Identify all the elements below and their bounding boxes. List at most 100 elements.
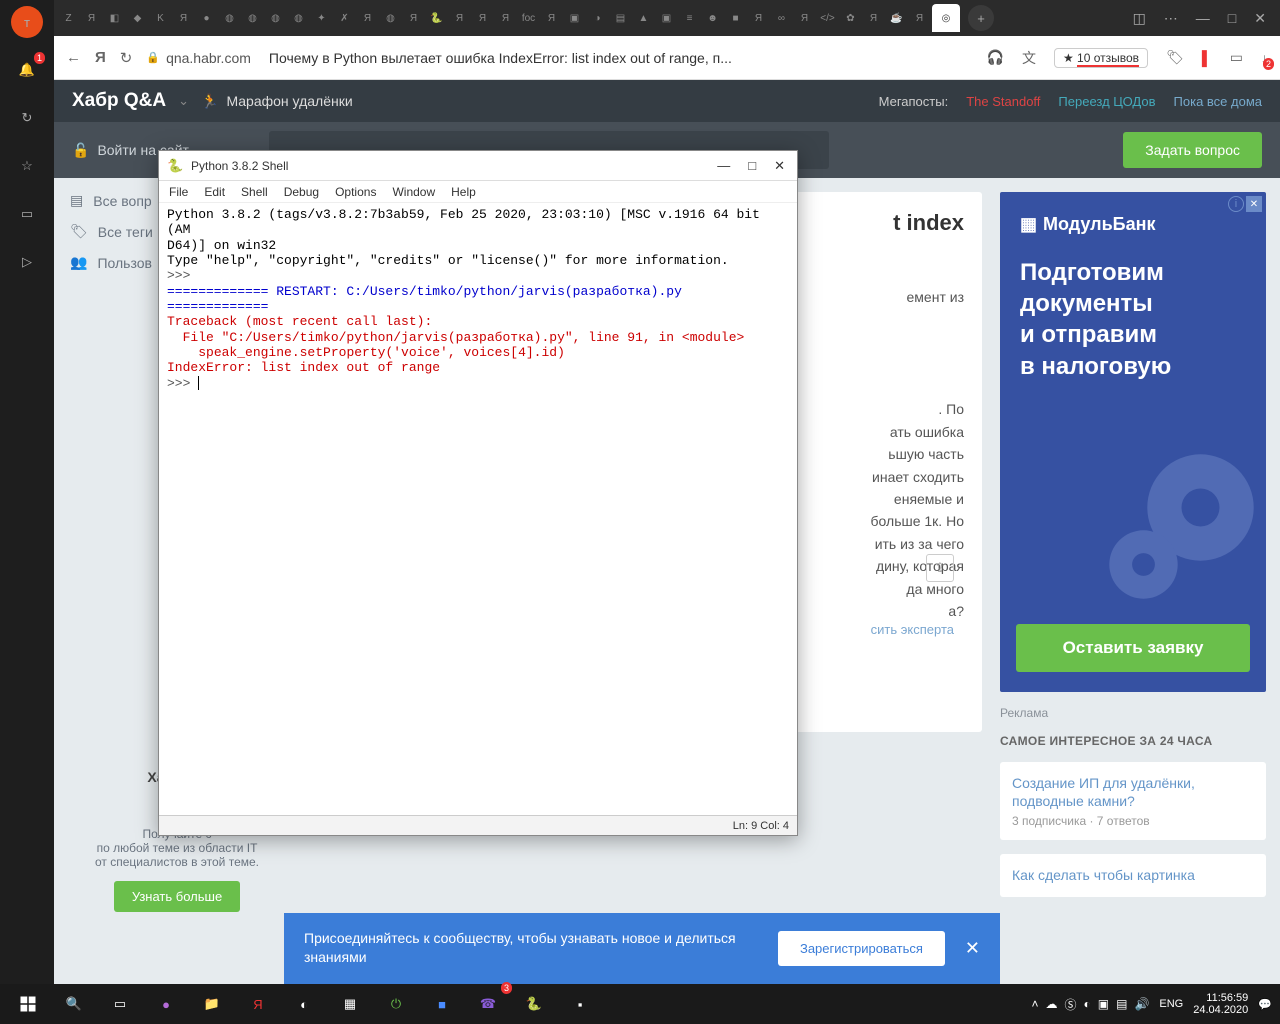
- megapost-link[interactable]: Пока все дома: [1174, 94, 1262, 109]
- browser-tab[interactable]: </>: [817, 4, 838, 32]
- translate-icon[interactable]: 文: [1022, 48, 1036, 68]
- browser-tab[interactable]: Я: [403, 4, 424, 32]
- new-tab-button[interactable]: +: [968, 5, 994, 31]
- avatar-icon[interactable]: т: [11, 6, 43, 38]
- browser-tab[interactable]: ∞: [771, 4, 792, 32]
- cmd-icon[interactable]: ▪: [558, 984, 602, 1024]
- browser-tab[interactable]: ▣: [564, 4, 585, 32]
- browser-tab[interactable]: Я: [495, 4, 516, 32]
- bell-icon[interactable]: 🔔1: [11, 54, 43, 86]
- bookmark-icon[interactable]: ☆: [11, 150, 43, 182]
- idle-menu-shell[interactable]: Shell: [241, 185, 268, 199]
- app-icon[interactable]: ⏻: [374, 984, 418, 1024]
- yandex-browser-icon[interactable]: Я: [236, 984, 280, 1024]
- interest-item[interactable]: Как сделать чтобы картинка: [1000, 854, 1266, 896]
- megapost-link[interactable]: Переезд ЦОДов: [1058, 94, 1155, 109]
- idle-menu-options[interactable]: Options: [335, 185, 376, 199]
- browser-tab[interactable]: ◆: [127, 4, 148, 32]
- browser-tab[interactable]: Я: [541, 4, 562, 32]
- close-icon[interactable]: ✕: [1254, 10, 1266, 27]
- idle-titlebar[interactable]: 🐍 Python 3.8.2 Shell — □ ✕: [159, 151, 797, 181]
- signup-button[interactable]: Зарегистрироваться: [778, 931, 945, 966]
- browser-tab[interactable]: foc: [518, 4, 539, 32]
- browser-tab[interactable]: Я: [472, 4, 493, 32]
- idle-max-icon[interactable]: □: [748, 158, 756, 174]
- bookmark-page-icon[interactable]: 🏷: [1166, 49, 1184, 66]
- idle-min-icon[interactable]: —: [717, 158, 730, 174]
- browser-tab[interactable]: Z: [58, 4, 79, 32]
- browser-tab[interactable]: Я: [748, 4, 769, 32]
- reload-button[interactable]: ↻: [120, 49, 133, 67]
- ext-icon[interactable]: ▌: [1202, 50, 1212, 66]
- browser-tab[interactable]: Я: [449, 4, 470, 32]
- store-icon[interactable]: ▦: [328, 984, 372, 1024]
- tray-notifications-icon[interactable]: 💬: [1258, 998, 1272, 1011]
- browser-tab[interactable]: ◍: [219, 4, 240, 32]
- browser-tab[interactable]: K: [150, 4, 171, 32]
- search-icon[interactable]: 🔍: [52, 984, 96, 1024]
- join-close-icon[interactable]: ✕: [965, 938, 980, 959]
- browser-tab[interactable]: Я: [863, 4, 884, 32]
- explorer-icon[interactable]: 📁: [190, 984, 234, 1024]
- browser-tab[interactable]: ◑: [587, 4, 608, 32]
- play-icon[interactable]: ▷: [11, 246, 43, 278]
- back-button[interactable]: ←: [66, 49, 81, 66]
- browser-tab[interactable]: ≡: [679, 4, 700, 32]
- taskview-icon[interactable]: ▭: [98, 984, 142, 1024]
- url-box[interactable]: 🔒 qna.habr.com: [146, 50, 251, 66]
- browser-tab[interactable]: ◍: [380, 4, 401, 32]
- browser-tab[interactable]: ◍: [288, 4, 309, 32]
- downloads-icon[interactable]: ↓2: [1261, 50, 1268, 66]
- tray-lang[interactable]: ENG: [1159, 998, 1183, 1010]
- split-icon[interactable]: ◫: [1133, 10, 1146, 27]
- tray-cloud-icon[interactable]: ☁: [1045, 997, 1057, 1011]
- zoom-icon[interactable]: ■: [420, 984, 464, 1024]
- tray-skype-icon[interactable]: Ⓢ: [1064, 996, 1076, 1013]
- browser-tab[interactable]: ✦: [311, 4, 332, 32]
- idle-menu-help[interactable]: Help: [451, 185, 476, 199]
- browser-tab[interactable]: ◍: [265, 4, 286, 32]
- tray-chevron-icon[interactable]: ˄: [1031, 997, 1038, 1011]
- tray-icon[interactable]: ▣: [1098, 997, 1109, 1011]
- idle-taskbar-icon[interactable]: 🐍: [512, 984, 556, 1024]
- ad-info-icon[interactable]: i: [1228, 196, 1244, 212]
- tray-clock[interactable]: 11:56:59 24.04.2020: [1193, 992, 1248, 1016]
- max-icon[interactable]: □: [1228, 10, 1236, 27]
- browser-tab[interactable]: Я: [909, 4, 930, 32]
- idle-menu-file[interactable]: File: [169, 185, 188, 199]
- browser-tab[interactable]: 🐍: [426, 4, 447, 32]
- browser-tab[interactable]: ◍: [242, 4, 263, 32]
- browser-tab-active[interactable]: ◎: [932, 4, 960, 32]
- min-icon[interactable]: —: [1196, 10, 1210, 27]
- tray-ydisk-icon[interactable]: ◐: [1084, 997, 1091, 1011]
- share-icon[interactable]: ⇪: [926, 554, 954, 582]
- idle-console[interactable]: Python 3.8.2 (tags/v3.8.2:7b3ab59, Feb 2…: [159, 203, 797, 815]
- interest-item[interactable]: Создание ИП для удалёнки, подводные камн…: [1000, 762, 1266, 840]
- browser-tab[interactable]: ▤: [610, 4, 631, 32]
- browser-tab[interactable]: Я: [794, 4, 815, 32]
- reviews-badge[interactable]: ★ 10 отзывов: [1054, 48, 1148, 68]
- browser-tab[interactable]: ◧: [104, 4, 125, 32]
- yandex-icon[interactable]: Я: [95, 49, 106, 66]
- promo-more-button[interactable]: Узнать больше: [114, 881, 240, 912]
- alisa-icon[interactable]: ●: [144, 984, 188, 1024]
- invite-expert-link[interactable]: сить эксперта: [871, 622, 954, 637]
- browser-tab[interactable]: ▣: [656, 4, 677, 32]
- tray-speaker-icon[interactable]: 🔊: [1134, 997, 1149, 1011]
- browser-tab[interactable]: ✗: [334, 4, 355, 32]
- tray-icon[interactable]: ▤: [1116, 997, 1127, 1011]
- collections-icon[interactable]: ▭: [11, 198, 43, 230]
- viber-icon[interactable]: ☎3: [466, 984, 510, 1024]
- ad-banner[interactable]: i ✕ ▦МодульБанк Подготовим документы и о…: [1000, 192, 1266, 692]
- browser-tab[interactable]: ●: [196, 4, 217, 32]
- idle-menu-window[interactable]: Window: [392, 185, 435, 199]
- start-button[interactable]: [6, 984, 50, 1024]
- idle-menu-edit[interactable]: Edit: [204, 185, 225, 199]
- browser-tab[interactable]: ☕: [886, 4, 907, 32]
- chevron-down-icon[interactable]: ⌄: [178, 93, 189, 109]
- megapost-link[interactable]: The Standoff: [966, 94, 1040, 109]
- ad-cta-button[interactable]: Оставить заявку: [1016, 624, 1250, 672]
- browser-tab[interactable]: ■: [725, 4, 746, 32]
- site-brand[interactable]: Хабр Q&A: [72, 90, 166, 112]
- history-icon[interactable]: ↻: [11, 102, 43, 134]
